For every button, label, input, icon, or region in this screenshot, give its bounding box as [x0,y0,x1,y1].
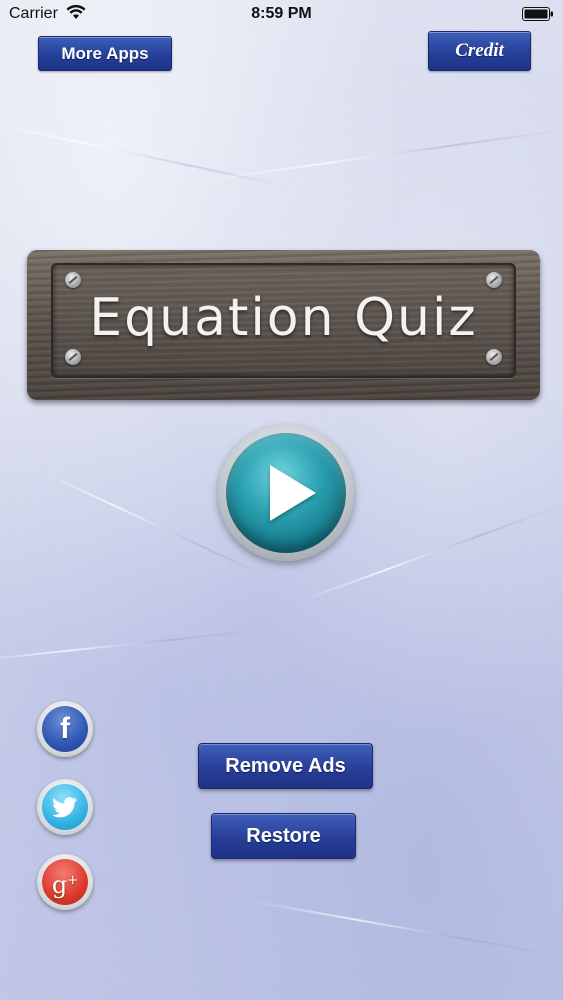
remove-ads-button[interactable]: Remove Ads [198,743,373,789]
status-bar: Carrier 8:59 PM [0,0,563,30]
screw-icon [486,272,502,288]
play-icon [270,465,316,521]
twitter-button[interactable] [37,779,93,835]
title-sign: Equation Quiz [27,250,540,400]
facebook-icon: f [42,706,88,752]
restore-button[interactable]: Restore [211,813,356,859]
facebook-button[interactable]: f [37,701,93,757]
play-button-core [226,433,346,553]
plus-superscript: + [67,873,79,888]
app-title: Equation Quiz [89,288,478,348]
twitter-icon [42,784,88,830]
screw-icon [65,272,81,288]
googleplus-icon: g+ [42,859,88,905]
clock: 8:59 PM [251,5,312,22]
more-apps-button[interactable]: More Apps [38,36,172,71]
googleplus-button[interactable]: g+ [37,854,93,910]
screw-icon [65,349,81,365]
paper-crease [249,900,563,958]
screw-icon [486,349,502,365]
paper-crease [199,127,563,182]
battery-icon [522,7,553,21]
twitter-bird-icon [52,797,77,818]
paper-crease [0,120,294,189]
credit-button[interactable]: Credit [428,31,531,71]
googleplus-glyph: g [51,871,68,899]
play-button[interactable] [218,425,354,561]
paper-crease [0,628,269,662]
